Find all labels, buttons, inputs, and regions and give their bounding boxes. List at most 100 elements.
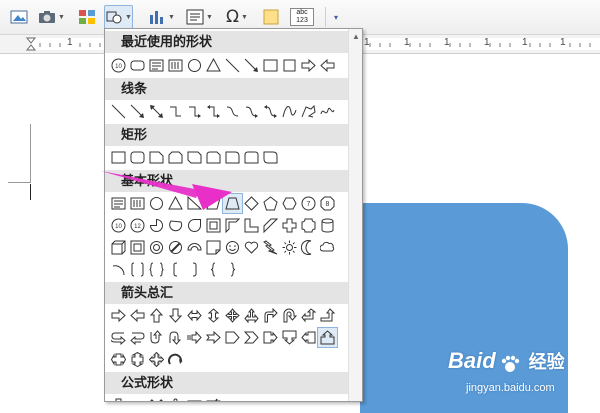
shape-vertical-textbox-icon[interactable] [166,56,185,75]
arrow-curved-right-icon[interactable] [109,328,128,347]
eq-plus-icon[interactable] [109,396,128,401]
basic-half-frame-icon[interactable] [223,216,242,235]
menu-scrollbar[interactable]: ▲ [348,29,362,401]
rect-snip-corner-icon[interactable] [147,148,166,167]
arrow-left-callout-icon[interactable] [299,328,318,347]
basic-textbox-icon[interactable] [109,194,128,213]
arrow-left-right-callout-icon[interactable] [109,350,128,369]
insert-picture-button[interactable] [10,6,28,28]
basic-chord-icon[interactable] [166,216,185,235]
rect-round-diagonal-icon[interactable] [261,148,280,167]
basic-left-brace-icon[interactable] [204,260,223,279]
line-elbow-double-arrow-icon[interactable] [204,102,223,121]
line-straight-icon[interactable] [109,102,128,121]
rect-basic-icon[interactable] [109,148,128,167]
line-elbow-icon[interactable] [166,102,185,121]
basic-moon-icon[interactable] [299,238,318,257]
basic-teardrop-icon[interactable] [185,216,204,235]
shape-oval-label-icon[interactable]: 10 [109,56,128,75]
rect-snip-diagonal-icon[interactable] [185,148,204,167]
basic-pie-icon[interactable] [147,216,166,235]
arrow-u-turn-icon[interactable] [280,306,299,325]
arrow-quad-callout-icon[interactable] [147,350,166,369]
basic-right-bracket-icon[interactable] [185,260,204,279]
arrow-left-icon[interactable] [128,306,147,325]
arrow-curved-up-icon[interactable] [147,328,166,347]
basic-hexagon-icon[interactable] [280,194,299,213]
shape-circle-icon[interactable] [185,56,204,75]
line-freeform-icon[interactable] [299,102,318,121]
line-curved-arrow-icon[interactable] [242,102,261,121]
textbox-button[interactable]: ▼ [186,6,213,28]
shape-square-icon[interactable] [280,56,299,75]
eq-minus-icon[interactable] [128,396,147,401]
arrow-notched-right-icon[interactable] [204,328,223,347]
basic-trapezoid-icon[interactable] [222,193,243,214]
rect-rounded-icon[interactable] [128,148,147,167]
basic-parallelogram-icon[interactable] [204,194,223,213]
arrow-bent-icon[interactable] [261,306,280,325]
rect-round-two-corners-icon[interactable] [242,148,261,167]
line-arrow-icon[interactable] [128,102,147,121]
line-scribble-icon[interactable] [318,102,337,121]
shape-arrow-line-icon[interactable] [242,56,261,75]
scroll-up-icon[interactable]: ▲ [352,32,360,41]
eq-divide-icon[interactable] [166,396,185,401]
insert-bar-chart-button[interactable]: ▼ [148,6,175,28]
eq-equal-icon[interactable] [185,396,204,401]
basic-folded-corner-icon[interactable] [204,238,223,257]
shape-rectangle-icon[interactable] [261,56,280,75]
basic-double-bracket-icon[interactable] [128,260,147,279]
arrow-up-down-callout-icon[interactable] [128,350,147,369]
basic-vertical-textbox-icon[interactable] [128,194,147,213]
arrow-bent-up-icon[interactable] [318,306,337,325]
screenshot-button[interactable]: ▼ [38,6,65,28]
symbol-button[interactable]: Ω ▼ [226,6,248,28]
arrow-down-icon[interactable] [166,306,185,325]
rect-snip-two-corners-icon[interactable] [166,148,185,167]
basic-oval-icon[interactable] [147,194,166,213]
rect-round-corner-icon[interactable] [223,148,242,167]
arrow-curved-left-icon[interactable] [128,328,147,347]
basic-frame-icon[interactable] [204,216,223,235]
insert-chart-grid-button[interactable] [78,6,96,28]
basic-l-shape-icon[interactable] [242,216,261,235]
basic-cross-icon[interactable] [280,216,299,235]
shapes-dropdown[interactable]: 最近使用的形状 10 线条 矩形 基本形状 7 8 10 12 箭头总汇 公式形… [104,28,363,402]
arrow-left-up-icon[interactable] [299,306,318,325]
arrow-quad-icon[interactable] [223,306,242,325]
basic-diagonal-stripe-icon[interactable] [261,216,280,235]
basic-sun-icon[interactable] [280,238,299,257]
eq-not-equal-icon[interactable] [204,396,223,401]
arrow-right-callout-icon[interactable] [261,328,280,347]
line-curved-icon[interactable] [223,102,242,121]
rect-round-snip-icon[interactable] [204,148,223,167]
arrow-chevron-icon[interactable] [242,328,261,347]
basic-pentagon-icon[interactable] [261,194,280,213]
basic-heart-icon[interactable] [242,238,261,257]
basic-diamond-icon[interactable] [242,194,261,213]
basic-cube-icon[interactable] [109,238,128,257]
basic-double-brace-icon[interactable] [147,260,166,279]
basic-can-icon[interactable] [318,216,337,235]
shape-textbox-icon[interactable] [147,56,166,75]
basic-left-bracket-icon[interactable] [166,260,185,279]
basic-octagon-icon[interactable]: 8 [318,194,337,213]
basic-right-brace-icon[interactable] [223,260,242,279]
arrow-left-right-icon[interactable] [185,306,204,325]
line-curve-icon[interactable] [280,102,299,121]
basic-cloud-icon[interactable] [318,238,337,257]
more-button[interactable]: ▾ [334,6,338,28]
basic-plaque-icon[interactable] [299,216,318,235]
basic-smiley-icon[interactable] [223,238,242,257]
basic-no-symbol-icon[interactable] [166,238,185,257]
basic-dodecagon-icon[interactable]: 12 [128,216,147,235]
shape-triangle-icon[interactable] [204,56,223,75]
arrow-left-right-up-icon[interactable] [242,306,261,325]
shape-right-arrow-icon[interactable] [299,56,318,75]
basic-heptagon-icon[interactable]: 7 [299,194,318,213]
eq-multiply-icon[interactable] [147,396,166,401]
arrow-up-down-icon[interactable] [204,306,223,325]
arrow-right-icon[interactable] [109,306,128,325]
basic-arc-icon[interactable] [109,260,128,279]
